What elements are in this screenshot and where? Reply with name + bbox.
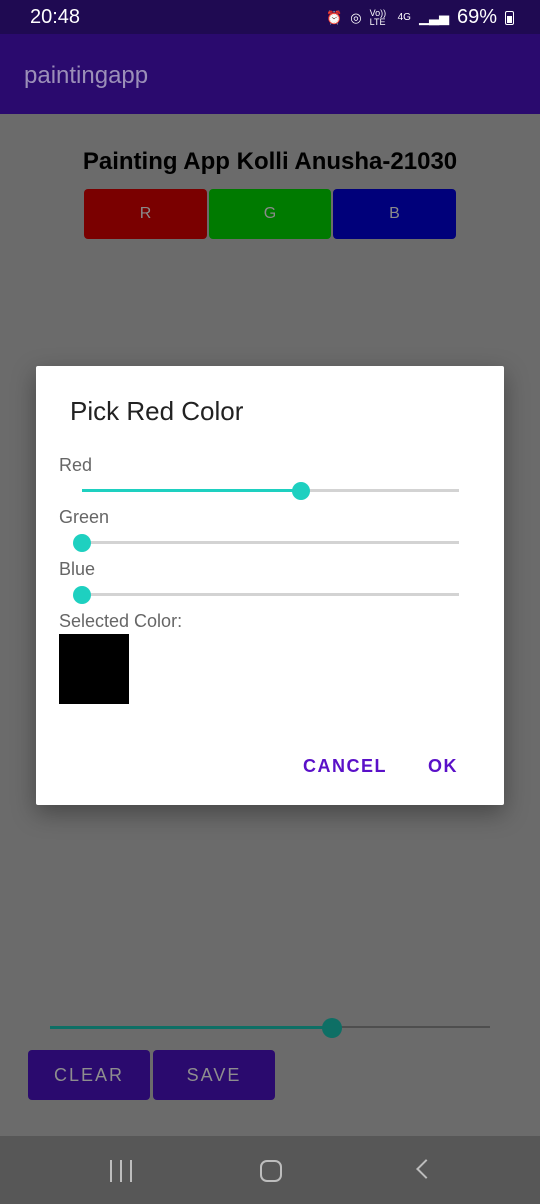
battery-icon [505,10,514,25]
app-title: paintingapp [24,62,149,89]
green-slider-thumb[interactable] [73,534,91,552]
clear-button[interactable]: CLEAR [28,1050,150,1100]
green-slider-label: Green [59,507,110,527]
hotspot-icon: ◎ [350,9,362,25]
battery-percent: 69% [456,6,497,28]
green-slider-track[interactable] [82,541,459,544]
dialog-title: Pick Red Color [70,396,244,426]
blue-slider-thumb[interactable] [73,586,91,604]
home-icon[interactable] [260,1160,282,1182]
save-button[interactable]: SAVE [153,1050,275,1100]
blue-slider-track[interactable] [82,593,459,596]
navigation-bar [0,1136,540,1204]
back-icon[interactable] [416,1159,436,1179]
selected-color-swatch [59,634,129,704]
cancel-button[interactable]: CANCEL [303,756,387,777]
status-time: 20:48 [30,6,81,28]
volte-indicator: Vo)) LTE [369,7,387,27]
blue-slider-label: Blue [59,559,96,579]
red-slider-fill [82,489,301,492]
status-icons: ⏰ ◎ Vo)) LTE 4G ▁▃▅ 69% [326,6,514,29]
recent-apps-icon[interactable] [110,1160,132,1182]
green-button[interactable]: G [209,189,331,239]
color-picker-dialog: Pick Red Color Red Green Blue Selected C… [36,366,504,805]
alarm-icon: ⏰ [326,9,343,25]
network-4g-indicator: 4G [397,12,411,23]
selected-color-label: Selected Color: [59,611,183,631]
app-bar: paintingapp [0,34,540,114]
page-heading: Painting App Kolli Anusha-21030 [82,148,458,175]
status-bar: 20:48 ⏰ ◎ Vo)) LTE 4G ▁▃▅ 69% [0,0,540,34]
red-slider-label: Red [59,455,93,475]
brush-slider-fill [50,1026,332,1029]
red-button[interactable]: R [84,189,207,239]
ok-button[interactable]: OK [428,756,458,777]
red-slider-thumb[interactable] [291,482,310,500]
blue-button[interactable]: B [333,189,456,239]
signal-icon: ▁▃▅ [418,9,449,25]
brush-slider-thumb[interactable] [321,1018,342,1038]
